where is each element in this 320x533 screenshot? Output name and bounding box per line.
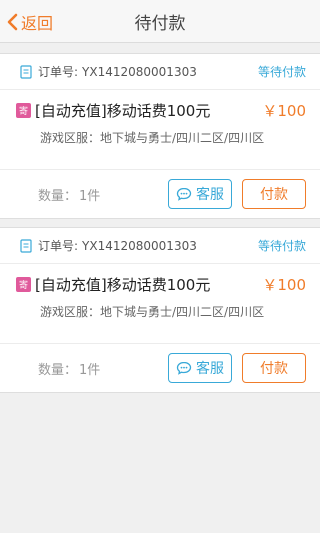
item-price: ￥100 — [262, 276, 306, 294]
customer-service-button[interactable]: 客服 — [168, 353, 232, 383]
order-number: YX1412080001303 — [82, 238, 197, 253]
pay-button[interactable]: 付款 — [242, 353, 306, 383]
order-header: 订单号: YX1412080001303 等待付款 — [0, 54, 320, 90]
top-bar: 返回 待付款 — [0, 0, 320, 43]
pay-button[interactable]: 付款 — [242, 179, 306, 209]
order-actions: 数量： 1件 客服 付款 — [0, 170, 320, 218]
status-badge: 等待付款 — [257, 239, 306, 253]
quantity-label: 数量： — [38, 362, 78, 378]
chat-bubble-icon — [176, 361, 192, 375]
quantity-label: 数量： — [38, 188, 78, 204]
customer-service-button[interactable]: 客服 — [168, 179, 232, 209]
order-card: 订单号: YX1412080001303 等待付款 寄 [自动充值]移动话费10… — [0, 53, 320, 219]
item-price: ￥100 — [262, 102, 306, 120]
order-card: 订单号: YX1412080001303 等待付款 寄 [自动充值]移动话费10… — [0, 227, 320, 393]
game-server: 游戏区服：地下城与勇士/四川二区/四川区 — [40, 131, 265, 145]
status-badge: 等待付款 — [257, 65, 306, 79]
order-number-label: 订单号: — [38, 239, 79, 253]
item-name: [自动充值]移动话费100元 — [35, 102, 211, 120]
document-icon — [20, 64, 32, 79]
order-number-label: 订单号: — [38, 65, 79, 79]
delivery-badge: 寄 — [16, 277, 31, 292]
customer-service-label: 客服 — [196, 361, 224, 377]
customer-service-label: 客服 — [196, 187, 224, 203]
order-number: YX1412080001303 — [82, 64, 197, 79]
item-name: [自动充值]移动话费100元 — [35, 276, 211, 294]
order-item[interactable]: 寄 [自动充值]移动话费100元 ￥100 游戏区服：地下城与勇士/四川二区/四… — [0, 264, 320, 344]
order-actions: 数量： 1件 客服 付款 — [0, 344, 320, 392]
quantity-value: 1件 — [79, 188, 101, 204]
game-server: 游戏区服：地下城与勇士/四川二区/四川区 — [40, 305, 265, 319]
order-item[interactable]: 寄 [自动充值]移动话费100元 ￥100 游戏区服：地下城与勇士/四川二区/四… — [0, 90, 320, 170]
order-header: 订单号: YX1412080001303 等待付款 — [0, 228, 320, 264]
document-icon — [20, 238, 32, 253]
delivery-badge: 寄 — [16, 103, 31, 118]
page-title: 待付款 — [134, 14, 186, 34]
quantity-value: 1件 — [79, 362, 101, 378]
chat-bubble-icon — [176, 187, 192, 201]
